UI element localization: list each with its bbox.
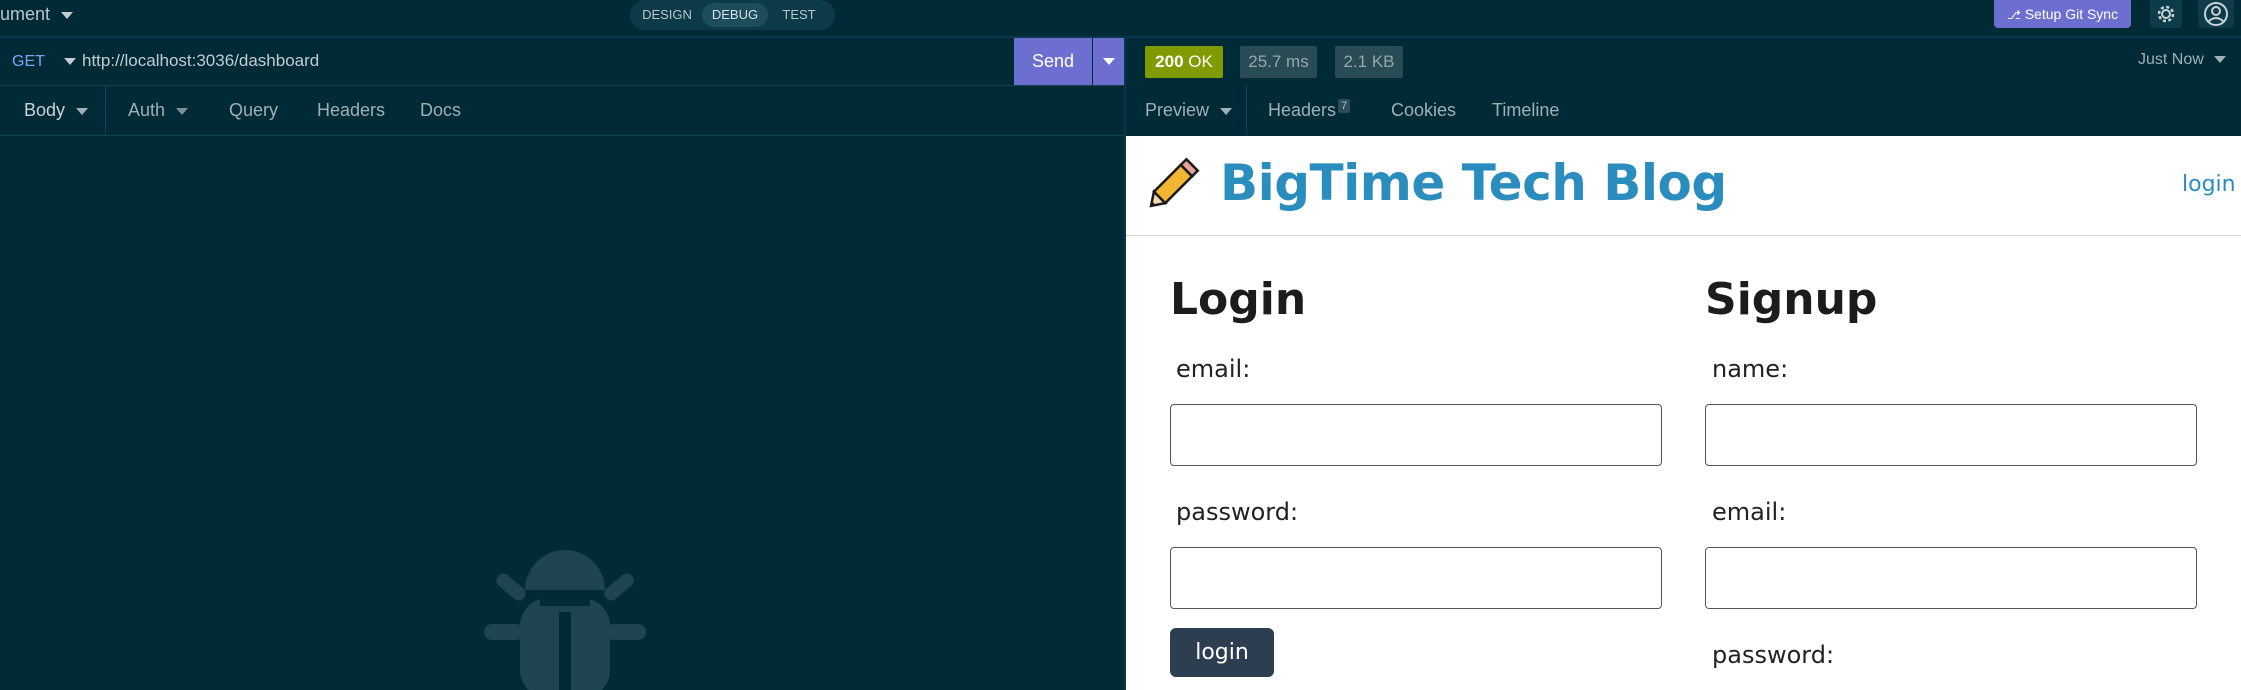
signup-name-input[interactable] xyxy=(1705,404,2197,466)
git-branch-icon: ⎇ xyxy=(2006,8,2021,22)
login-email-input[interactable] xyxy=(1170,404,1662,466)
status-badge: 200 OK xyxy=(1145,46,1223,78)
tab-divider xyxy=(105,86,106,135)
mode-debug[interactable]: DEBUG xyxy=(702,3,768,27)
site-title[interactable]: BigTime Tech Blog xyxy=(1220,154,1727,212)
chevron-down-icon xyxy=(1220,107,1233,115)
user-icon xyxy=(2204,2,2228,26)
login-password-label: password: xyxy=(1176,498,1299,526)
setup-git-sync-button[interactable]: ⎇ Setup Git Sync xyxy=(1994,0,2131,28)
send-button[interactable]: Send xyxy=(1014,38,1092,85)
signup-password-label: password: xyxy=(1712,641,1835,669)
pencil-icon xyxy=(1149,157,1200,208)
tab-timeline[interactable]: Timeline xyxy=(1492,86,1559,135)
login-heading: Login xyxy=(1170,274,1307,325)
response-size-badge: 2.1 KB xyxy=(1335,46,1403,78)
login-email-label: email: xyxy=(1176,355,1251,383)
signup-email-input[interactable] xyxy=(1705,547,2197,609)
tab-headers[interactable]: Headers xyxy=(317,86,385,135)
chevron-down-icon xyxy=(2214,56,2227,64)
chevron-down-icon xyxy=(176,107,189,115)
login-password-input[interactable] xyxy=(1170,547,1662,609)
site-header: BigTime Tech Blog login xyxy=(1126,136,2241,236)
response-preview: BigTime Tech Blog login Login email: pas… xyxy=(1126,136,2241,690)
mode-switcher: DESIGN DEBUG TEST xyxy=(630,0,835,30)
chevron-down-icon xyxy=(1103,58,1115,65)
tab-response-headers[interactable]: Headers 7 xyxy=(1268,86,1351,135)
gear-icon xyxy=(2157,5,2175,23)
document-menu[interactable]: ument xyxy=(0,4,74,25)
login-submit-button[interactable]: login xyxy=(1170,628,1274,677)
tab-query[interactable]: Query xyxy=(229,86,278,135)
tab-docs[interactable]: Docs xyxy=(420,86,461,135)
signup-heading: Signup xyxy=(1705,274,1878,325)
response-time-badge: 25.7 ms xyxy=(1240,46,1317,78)
tab-auth[interactable]: Auth xyxy=(128,86,189,135)
mode-design[interactable]: DESIGN xyxy=(638,3,696,27)
chevron-down-icon[interactable] xyxy=(64,58,76,65)
bug-icon xyxy=(484,550,646,690)
method-selector[interactable]: GET xyxy=(12,53,45,71)
signup-name-label: name: xyxy=(1712,355,1789,383)
url-input[interactable] xyxy=(82,51,982,71)
nav-login-link[interactable]: login xyxy=(2182,172,2236,197)
mode-test[interactable]: TEST xyxy=(774,3,824,27)
chevron-down-icon xyxy=(76,107,89,115)
headers-count-badge: 7 xyxy=(1338,99,1351,113)
tab-preview[interactable]: Preview xyxy=(1145,86,1233,135)
response-history-dropdown[interactable]: Just Now xyxy=(2138,51,2227,69)
chevron-down-icon xyxy=(61,11,74,19)
settings-button[interactable] xyxy=(2150,0,2182,28)
document-name: ument xyxy=(0,4,51,24)
account-button[interactable] xyxy=(2198,0,2234,28)
tab-divider xyxy=(1246,86,1247,135)
send-options-button[interactable] xyxy=(1093,38,1124,85)
signup-email-label: email: xyxy=(1712,498,1787,526)
tab-cookies[interactable]: Cookies xyxy=(1391,86,1456,135)
top-bar xyxy=(0,0,2241,38)
tab-body[interactable]: Body xyxy=(24,86,89,135)
